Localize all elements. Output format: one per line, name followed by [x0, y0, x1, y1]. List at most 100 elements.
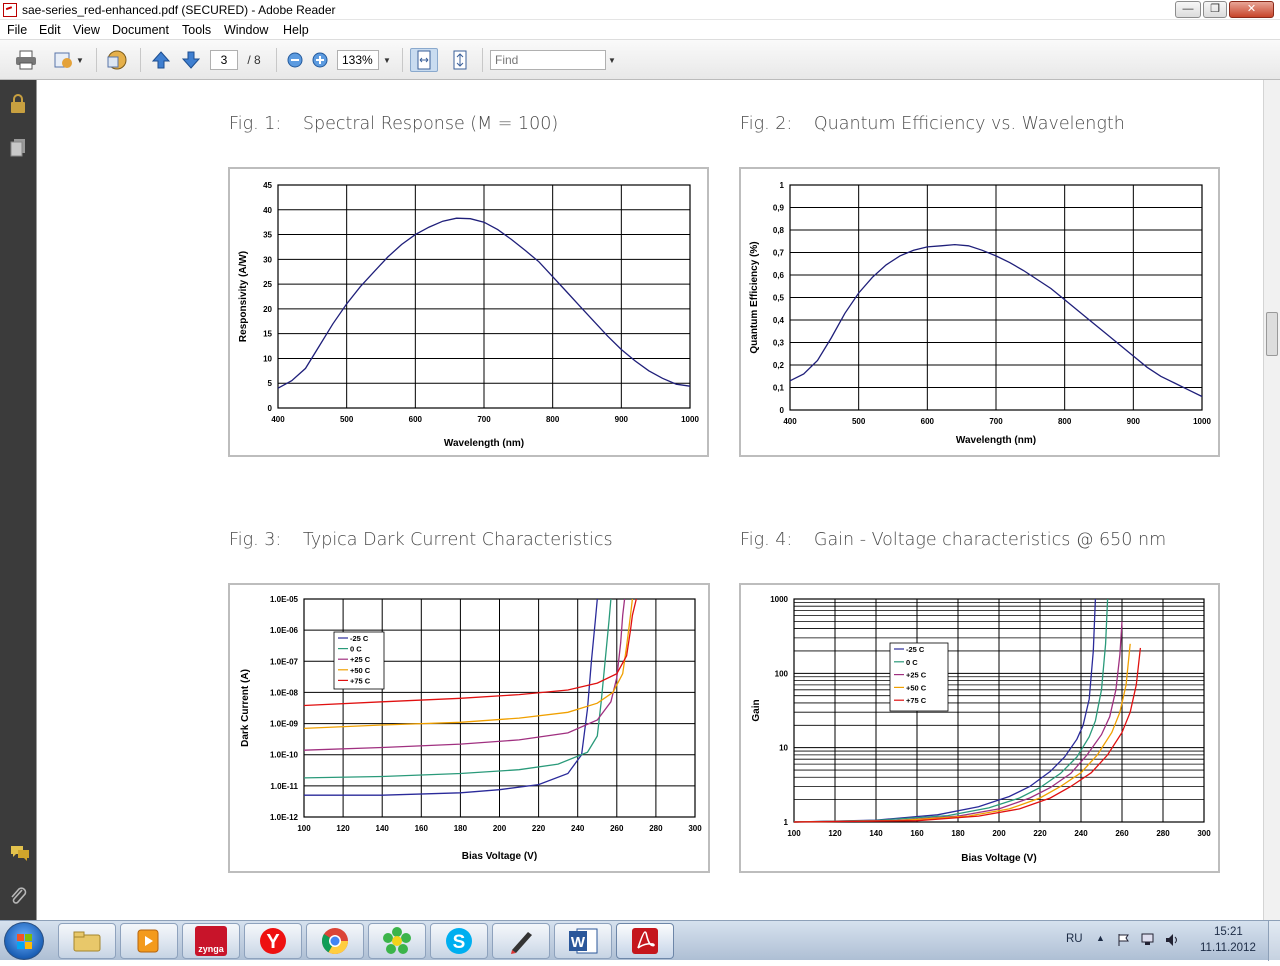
chart-svg: 400 500 600 700 800 900 1000 0 0,1 0,2 0,3 0,4 0,5 0,…	[749, 181, 1211, 446]
x-axis-label: Bias Voltage (V)	[462, 851, 537, 862]
previous-page-button[interactable]	[148, 48, 174, 72]
series-line	[304, 598, 598, 796]
x-tick-label: 300	[688, 824, 702, 833]
find-dropdown-icon[interactable]: ▼	[606, 48, 618, 72]
taskbar-zynga[interactable]: zynga	[182, 923, 240, 959]
gain-voltage-chart: 100 120 140 160 180 200 220 240 260 280 300 1 10 100 1…	[739, 583, 1220, 873]
collaborate-button[interactable]	[102, 48, 132, 72]
x-tick-label: 700	[989, 417, 1003, 426]
svg-text:W: W	[571, 934, 586, 951]
x-axis-label: Bias Voltage (V)	[961, 853, 1036, 864]
x-tick-label: 200	[992, 829, 1006, 838]
taskbar-pen-tool[interactable]	[492, 923, 550, 959]
x-tick-label: 400	[271, 415, 285, 424]
minimize-button[interactable]: —	[1175, 1, 1201, 18]
y-tick-label: 5	[268, 379, 273, 388]
zoom-out-button[interactable]	[284, 48, 306, 72]
fig1-caption: Fig. 1: Spectral Response (M = 100)	[229, 114, 558, 134]
menu-window[interactable]: Window	[224, 23, 268, 37]
zoom-in-icon	[312, 52, 328, 68]
zynga-icon: zynga	[195, 926, 227, 956]
taskbar-explorer[interactable]	[58, 923, 116, 959]
start-button[interactable]	[4, 922, 44, 960]
y-tick-label: 1.0E-12	[270, 813, 299, 822]
taskbar-word[interactable]: W	[554, 923, 612, 959]
x-tick-label: 180	[951, 829, 965, 838]
x-tick-label: 100	[787, 829, 801, 838]
lock-icon[interactable]	[9, 94, 27, 113]
taskbar-yandex[interactable]: Y	[244, 923, 302, 959]
zoom-level-input[interactable]: 133%	[337, 50, 379, 70]
clock-date[interactable]: 11.11.2012	[1200, 942, 1256, 954]
word-icon: W	[569, 928, 598, 954]
scrollbar-thumb[interactable]	[1266, 312, 1278, 356]
adobe-reader-icon	[3, 3, 17, 17]
x-axis-label: Wavelength (nm)	[956, 435, 1036, 446]
y-tick-label: 1.0E-06	[270, 626, 299, 635]
x-tick-label: 400	[783, 417, 797, 426]
x-tick-label: 120	[336, 824, 350, 833]
menu-file[interactable]: File	[7, 23, 27, 37]
x-tick-label: 160	[910, 829, 924, 838]
language-indicator[interactable]: RU	[1066, 933, 1083, 945]
flag-icon[interactable]	[1117, 933, 1131, 947]
x-axis-label: Wavelength (nm)	[444, 438, 524, 449]
print-icon	[16, 50, 36, 70]
legend-label: 0 C	[906, 658, 918, 667]
attachment-icon[interactable]	[9, 886, 27, 904]
taskbar-media-player[interactable]	[120, 923, 178, 959]
comment-icon[interactable]	[9, 844, 29, 862]
toolbar: ▼ 3 / 8 133% ▼ Find ▼	[0, 40, 1280, 80]
y-tick-label: 1.0E-10	[270, 751, 299, 760]
chart-svg: 100 120 140 160 180 200 220 240 260 280 300 1 10 100 1…	[751, 595, 1211, 864]
taskbar-skype[interactable]: S	[430, 923, 488, 959]
vertical-scrollbar[interactable]	[1263, 80, 1280, 920]
print-button[interactable]	[12, 48, 40, 72]
x-tick-label: 260	[610, 824, 624, 833]
y-axis-label: Gain	[751, 699, 762, 721]
y-tick-label: 10	[779, 744, 788, 753]
taskbar-icq[interactable]	[368, 923, 426, 959]
taskbar-chrome[interactable]	[306, 923, 364, 959]
fig4-title: Gain - Voltage characteristics @ 650 nm	[813, 530, 1167, 550]
series-line	[793, 647, 1142, 823]
pages-icon[interactable]	[9, 138, 27, 157]
y-tick-label: 100	[775, 669, 789, 678]
menu-view[interactable]: View	[73, 23, 100, 37]
y-tick-label: 0,9	[773, 204, 785, 213]
network-icon[interactable]	[1141, 933, 1157, 947]
fit-width-button[interactable]	[410, 48, 438, 72]
x-tick-label: 100	[297, 824, 311, 833]
page-number-input[interactable]: 3	[210, 50, 238, 70]
restore-button[interactable]: ❐	[1203, 1, 1227, 18]
next-page-button[interactable]	[178, 48, 204, 72]
zoom-in-button[interactable]	[309, 48, 331, 72]
menu-bar: File Edit View Document Tools Window Hel…	[0, 20, 1280, 40]
show-desktop-button[interactable]	[1268, 921, 1280, 961]
taskbar: zynga Y S W RU ▲ 15:21 11.11.2012	[0, 920, 1280, 961]
y-axis-label: Dark Current (A)	[240, 669, 251, 747]
menu-document[interactable]: Document	[112, 23, 169, 37]
menu-help[interactable]: Help	[283, 23, 309, 37]
pen-icon	[511, 932, 532, 954]
fig3-caption: Fig. 3: Typica Dark Current Characterist…	[229, 530, 613, 550]
x-tick-label: 200	[493, 824, 507, 833]
menu-edit[interactable]: Edit	[39, 23, 61, 37]
arrow-down-icon	[181, 51, 201, 69]
close-button[interactable]: ✕	[1229, 1, 1274, 18]
show-hidden-icons[interactable]: ▲	[1096, 933, 1105, 943]
volume-icon[interactable]	[1165, 933, 1181, 947]
y-tick-label: 0,4	[773, 316, 785, 325]
clock-time[interactable]: 15:21	[1214, 926, 1243, 938]
zoom-dropdown-icon[interactable]: ▼	[381, 48, 393, 72]
legend-label: +75 C	[350, 676, 371, 685]
x-tick-label: 280	[1156, 829, 1170, 838]
arrow-up-icon	[151, 51, 171, 69]
x-tick-label: 800	[546, 415, 560, 424]
share-button[interactable]: ▼	[48, 48, 88, 72]
find-input[interactable]: Find	[490, 50, 606, 70]
zoom-out-icon	[287, 52, 303, 68]
menu-tools[interactable]: Tools	[182, 23, 211, 37]
fit-page-button[interactable]	[446, 48, 474, 72]
taskbar-adobe-reader[interactable]	[616, 923, 674, 959]
